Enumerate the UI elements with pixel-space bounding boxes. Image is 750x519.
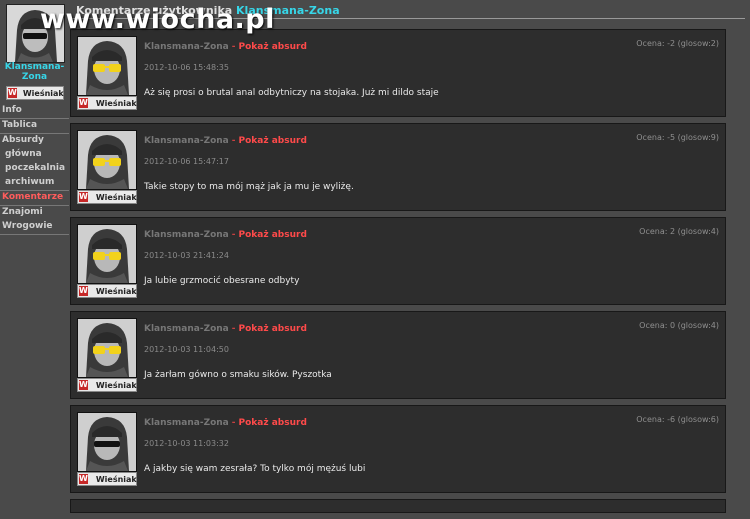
comment-author[interactable]: Klansmana-Zona: [144, 42, 229, 52]
avatar-photo-icon: [78, 225, 136, 283]
separator-dot: -: [231, 136, 236, 146]
menu-item-komentarze[interactable]: Komentarze: [0, 191, 69, 206]
menu-item-glowna[interactable]: główna: [0, 148, 69, 162]
comment-header: Klansmana-Zona - Pokaż absurd: [144, 324, 307, 334]
comment-header: Klansmana-Zona - Pokaż absurd: [144, 136, 307, 146]
menu-item-znajomi[interactable]: Znajomi: [0, 206, 69, 220]
comment-text: Ja lubie grzmocić obesrane odbyty: [144, 276, 300, 286]
comment-score: Ocena: -6 (glosow:6): [636, 415, 719, 424]
menu-item-wrogowie[interactable]: Wrogowie: [0, 220, 69, 235]
comment-text: A jakby się wam zesrała? To tylko mój mę…: [144, 464, 366, 474]
comment-card: W Wieśniak Klansmana-Zona - Pokaż absurd 2…: [70, 217, 726, 305]
comment-avatar[interactable]: [77, 130, 137, 190]
profile-menu: Info Tablica Absurdy główna poczekalnia …: [0, 104, 69, 235]
comment-date: 2012-10-03 11:04:50: [144, 345, 229, 354]
comment-score: Ocena: -5 (glosow:9): [636, 133, 719, 142]
show-absurd-link[interactable]: Pokaż absurd: [239, 324, 307, 334]
rank-label: Wieśniak: [95, 380, 137, 390]
rank-badge-icon: W: [79, 380, 88, 390]
comment-date: 2012-10-03 21:41:24: [144, 251, 229, 260]
rank-label: Wieśniak: [95, 474, 137, 484]
comment-card: W Wieśniak Klansmana-Zona - Pokaż absurd 2…: [70, 29, 726, 117]
comment-rank-badge: W Wieśniak: [77, 96, 137, 110]
comment-author[interactable]: Klansmana-Zona: [144, 230, 229, 240]
show-absurd-link[interactable]: Pokaż absurd: [239, 418, 307, 428]
comment-header: Klansmana-Zona - Pokaż absurd: [144, 230, 307, 240]
comment-avatar[interactable]: [77, 412, 137, 472]
comment-rank-badge: W Wieśniak: [77, 284, 137, 298]
menu-item-tablica[interactable]: Tablica: [0, 119, 69, 134]
comment-date: 2012-10-06 15:48:35: [144, 63, 229, 72]
rank-label: Wieśniak: [95, 98, 137, 108]
comment-card-partial: [70, 499, 726, 513]
comment-score: Ocena: -2 (glosow:2): [636, 39, 719, 48]
comment-rank-badge: W Wieśniak: [77, 378, 137, 392]
show-absurd-link[interactable]: Pokaż absurd: [239, 230, 307, 240]
comment-author[interactable]: Klansmana-Zona: [144, 418, 229, 428]
menu-item-info[interactable]: Info: [0, 104, 69, 119]
comment-author[interactable]: Klansmana-Zona: [144, 136, 229, 146]
comment-header: Klansmana-Zona - Pokaż absurd: [144, 418, 307, 428]
separator-dot: -: [231, 230, 236, 240]
show-absurd-link[interactable]: Pokaż absurd: [239, 42, 307, 52]
comment-text: Aż się prosi o brutal anal odbytniczy na…: [144, 88, 439, 98]
comment-avatar[interactable]: [77, 318, 137, 378]
rank-badge-icon: W: [79, 98, 88, 108]
menu-item-archiwum[interactable]: archiwum: [0, 176, 69, 191]
profile-rank-badge: W Wieśniak: [6, 86, 64, 100]
sidebar: Klansmana- Zona W Wieśniak Info Tablica …: [0, 0, 69, 497]
rank-badge-icon: W: [8, 88, 17, 98]
show-absurd-link[interactable]: Pokaż absurd: [239, 136, 307, 146]
rank-badge-icon: W: [79, 286, 88, 296]
separator-dot: -: [231, 418, 236, 428]
profile-username[interactable]: Klansmana- Zona: [0, 62, 69, 82]
comment-card: W Wieśniak Klansmana-Zona - Pokaż absurd 2…: [70, 123, 726, 211]
comment-score: Ocena: 0 (glosow:4): [639, 321, 719, 330]
separator-dot: -: [231, 324, 236, 334]
comment-card: W Wieśniak Klansmana-Zona - Pokaż absurd 2…: [70, 311, 726, 399]
rank-label: Wieśniak: [95, 192, 137, 202]
avatar-photo-icon: [78, 319, 136, 377]
comment-avatar[interactable]: [77, 224, 137, 284]
comment-date: 2012-10-03 11:03:32: [144, 439, 229, 448]
comment-header: Klansmana-Zona - Pokaż absurd: [144, 42, 307, 52]
comment-author[interactable]: Klansmana-Zona: [144, 324, 229, 334]
rank-badge-icon: W: [79, 474, 88, 484]
comment-card: W Wieśniak Klansmana-Zona - Pokaż absurd 2…: [70, 405, 726, 493]
rank-label: Wieśniak: [22, 88, 64, 98]
site-watermark: www.wiocha.pl: [40, 4, 275, 35]
comment-score: Ocena: 2 (glosow:4): [639, 227, 719, 236]
menu-item-poczekalnia[interactable]: poczekalnia: [0, 162, 69, 176]
comment-date: 2012-10-06 15:47:17: [144, 157, 229, 166]
avatar-photo-icon: [78, 131, 136, 189]
avatar-photo-icon: [78, 37, 136, 95]
avatar-photo-icon: [78, 413, 136, 471]
comment-rank-badge: W Wieśniak: [77, 190, 137, 204]
comment-text: Ja żarłam gówno o smaku sików. Pyszotka: [144, 370, 332, 380]
comment-rank-badge: W Wieśniak: [77, 472, 137, 486]
rank-label: Wieśniak: [95, 286, 137, 296]
comment-list: W Wieśniak Klansmana-Zona - Pokaż absurd 2…: [70, 29, 726, 519]
comment-text: Takie stopy to ma mój mąż jak ja mu je w…: [144, 182, 354, 192]
separator-dot: -: [231, 42, 236, 52]
comment-avatar[interactable]: [77, 36, 137, 96]
rank-badge-icon: W: [79, 192, 88, 202]
menu-item-absurdy[interactable]: Absurdy: [0, 134, 69, 148]
